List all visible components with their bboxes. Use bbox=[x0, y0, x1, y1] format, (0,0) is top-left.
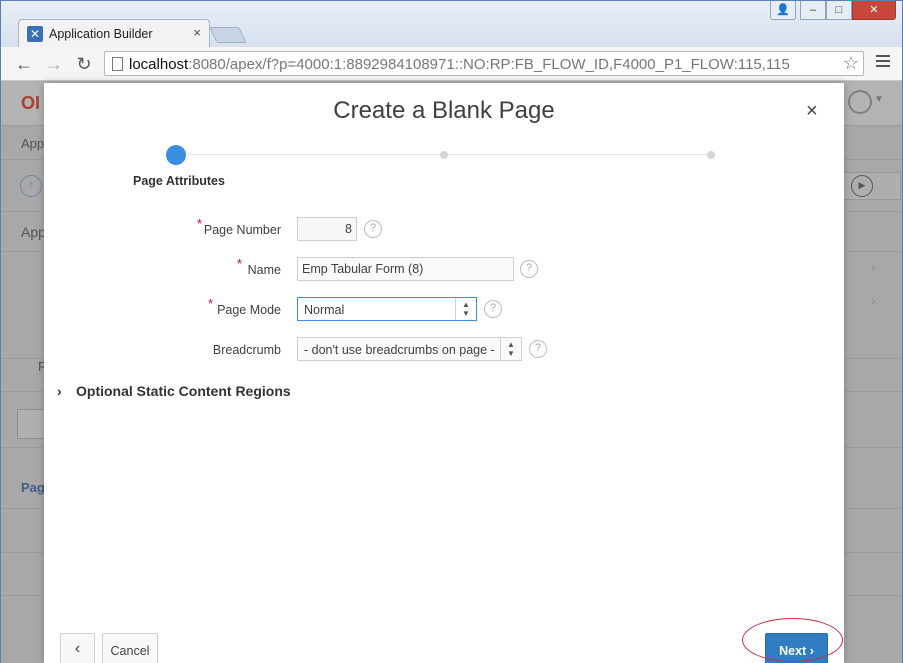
page-mode-value: Normal bbox=[304, 303, 345, 317]
cancel-button[interactable]: Cancel bbox=[102, 633, 158, 663]
app-tab-text: Pag bbox=[21, 480, 45, 495]
page-mode-select[interactable]: Normal ▲ ▼ bbox=[297, 297, 477, 321]
chevron-down-icon: ▼ bbox=[874, 94, 884, 105]
next-button-label: Next bbox=[779, 644, 807, 658]
required-marker: * bbox=[197, 216, 203, 231]
app-heading-text: App bbox=[21, 224, 46, 240]
chevron-right-icon: › bbox=[57, 383, 62, 399]
create-blank-page-dialog: Create a Blank Page × Page Attributes * … bbox=[44, 83, 844, 663]
chevron-right-icon: › bbox=[871, 292, 876, 308]
required-marker: * bbox=[237, 256, 243, 271]
optional-section-title: Optional Static Content Regions bbox=[76, 383, 291, 399]
maximize-button[interactable]: □ bbox=[826, 1, 852, 20]
page-number-input[interactable]: 8 bbox=[297, 217, 357, 241]
page-mode-label: Page Mode bbox=[217, 303, 281, 317]
breadcrumb-label: Breadcrumb bbox=[212, 343, 281, 357]
bookmark-star-icon[interactable]: ☆ bbox=[843, 53, 859, 74]
browser-toolbar: ← → ↻ localhost:8080/apex/f?p=4000:1:889… bbox=[1, 47, 902, 81]
help-icon[interactable]: ? bbox=[520, 260, 538, 278]
breadcrumb-value: - don't use breadcrumbs on page - bbox=[304, 343, 495, 357]
previous-button[interactable]: ‹ bbox=[60, 633, 95, 663]
forward-button[interactable]: → bbox=[43, 53, 65, 75]
new-tab-button[interactable] bbox=[209, 27, 247, 43]
name-label: Name bbox=[247, 263, 281, 277]
up-arrow-icon: ↑ bbox=[20, 175, 42, 197]
app-user-icon bbox=[848, 90, 872, 114]
dialog-title: Create a Blank Page bbox=[333, 97, 555, 124]
close-icon[interactable]: × bbox=[806, 100, 818, 123]
app-breadcrumb-text: App bbox=[21, 136, 45, 151]
help-icon[interactable]: ? bbox=[529, 340, 547, 358]
tab-title: Application Builder bbox=[49, 27, 153, 41]
minimize-button[interactable]: – bbox=[800, 1, 826, 20]
address-bar[interactable]: localhost:8080/apex/f?p=4000:1:889298410… bbox=[104, 51, 864, 76]
title-bar: ✕ Application Builder × 👤 – □ ✕ bbox=[1, 1, 902, 47]
page-number-label: Page Number bbox=[203, 223, 281, 237]
chevron-right-icon: › bbox=[871, 259, 876, 275]
breadcrumb-select[interactable]: - don't use breadcrumbs on page - ▲ ▼ bbox=[297, 337, 522, 361]
page-icon bbox=[112, 57, 123, 71]
oracle-logo: OI bbox=[21, 93, 41, 113]
window-controls: 👤 – □ ✕ bbox=[770, 1, 896, 21]
spinner-icon: ▲ ▼ bbox=[455, 298, 476, 320]
wizard-step-active bbox=[166, 145, 186, 165]
tab-close-icon[interactable]: × bbox=[193, 25, 201, 40]
next-button[interactable]: Next › bbox=[765, 633, 828, 663]
browser-window: ✕ Application Builder × 👤 – □ ✕ ← → ↻ lo… bbox=[0, 0, 903, 663]
back-button[interactable]: ← bbox=[13, 53, 35, 75]
url-text: localhost:8080/apex/f?p=4000:1:889298410… bbox=[129, 56, 790, 73]
wizard-step-dot bbox=[440, 151, 448, 159]
name-input[interactable]: Emp Tabular Form (8) bbox=[297, 257, 514, 281]
window-close-button[interactable]: ✕ bbox=[852, 1, 896, 20]
play-icon: ▶ bbox=[851, 175, 873, 197]
menu-icon[interactable] bbox=[876, 55, 890, 70]
user-profile-icon[interactable]: 👤 bbox=[770, 1, 796, 20]
wizard-step-label: Page Attributes bbox=[133, 174, 225, 188]
browser-tab[interactable]: ✕ Application Builder × bbox=[18, 19, 210, 47]
required-marker: * bbox=[208, 296, 214, 311]
apex-favicon-icon: ✕ bbox=[27, 26, 43, 42]
help-icon[interactable]: ? bbox=[364, 220, 382, 238]
spinner-icon: ▲ ▼ bbox=[500, 338, 521, 360]
help-icon[interactable]: ? bbox=[484, 300, 502, 318]
reload-button[interactable]: ↻ bbox=[73, 53, 95, 75]
wizard-step-dot bbox=[707, 151, 715, 159]
chevron-right-icon: › bbox=[809, 644, 814, 658]
